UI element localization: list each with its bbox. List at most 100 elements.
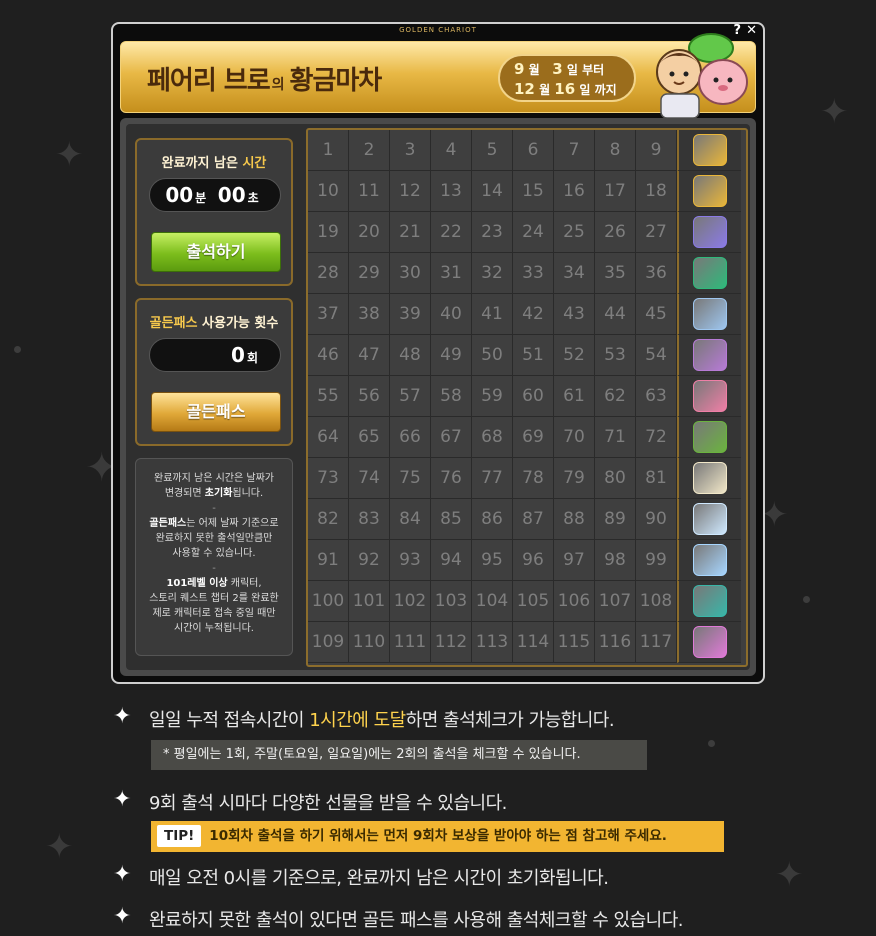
seconds-value: 00 [217,183,246,207]
day-cell: 70 [554,417,595,458]
sparkle-bullet-icon: ✦ [113,704,132,729]
day-cell: 114 [513,622,554,663]
day-cell: 107 [595,581,636,622]
reward-slot[interactable] [677,417,741,458]
event-title-name: 페어리 브로 [147,66,271,96]
ice-cake-icon [693,503,727,535]
day-cell: 28 [308,253,349,294]
day-cell: 80 [595,458,636,499]
reward-slot[interactable] [677,335,741,376]
sparkle-bullet-icon: ✦ [113,787,132,812]
day-cell: 1 [308,130,349,171]
day-cell: 77 [472,458,513,499]
day-cell: 91 [308,540,349,581]
sparkle-star-icon: ✦ [820,92,849,132]
day-cell: 103 [431,581,472,622]
day-cell: 30 [390,253,431,294]
reward-slot[interactable] [677,171,741,212]
dot-decoration [14,346,21,353]
tip-bar: TIP! 10회차 출석을 하기 위해서는 먼저 9회차 보상을 받아야 하는 점… [151,821,724,852]
reward-slot[interactable] [677,130,741,171]
day-cell: 31 [431,253,472,294]
day-cell: 41 [472,294,513,335]
day-cell: 34 [554,253,595,294]
day-cell: 88 [554,499,595,540]
day-cell: 72 [636,417,677,458]
reward-slot[interactable] [677,212,741,253]
day-cell: 35 [595,253,636,294]
day-cell: 97 [554,540,595,581]
day-cell: 75 [390,458,431,499]
day-cell: 58 [431,376,472,417]
day-cell: 82 [308,499,349,540]
event-title-particle: 의 [271,77,285,93]
egg-icon [693,462,727,494]
day-cell: 16 [554,171,595,212]
reward-slot[interactable] [677,622,741,663]
day-cell: 98 [595,540,636,581]
gold-scroll-icon [693,134,727,166]
check-in-button[interactable]: 출석하기 [151,232,281,272]
day-cell: 115 [554,622,595,663]
tip-label: TIP! [157,825,202,847]
reward-slot[interactable] [677,253,741,294]
reward-slot[interactable] [677,581,741,622]
day-cell: 55 [308,376,349,417]
day-cell: 102 [390,581,431,622]
day-cell: 44 [595,294,636,335]
event-end-date: 12 월 16 일 까지 [514,80,617,98]
day-cell: 106 [554,581,595,622]
golden-chariot-window: GOLDEN CHARIOT ? ✕ 페어리 브로 의 황금마차 9 월 3 일 부… [111,22,765,684]
day-cell: 27 [636,212,677,253]
day-cell: 69 [513,417,554,458]
ticket-icon [693,216,727,248]
day-cell: 67 [431,417,472,458]
coupon-icon [693,298,727,330]
day-cell: 3 [390,130,431,171]
day-cell: 76 [431,458,472,499]
golden-pass-button[interactable]: 골든패스 [151,392,281,432]
sparkle-bullet-icon: ✦ [113,862,132,887]
golden-pass-box: 골든패스 사용가능 횟수 0회 골든패스 [135,298,293,446]
dot-decoration [708,740,715,747]
reward-slot[interactable] [677,458,741,499]
day-cell: 94 [431,540,472,581]
day-cell: 21 [390,212,431,253]
day-cell: 92 [349,540,390,581]
day-cell: 19 [308,212,349,253]
day-cell: 38 [349,294,390,335]
sparkle-star-icon: ✦ [775,855,804,895]
reward-slot[interactable] [677,499,741,540]
day-cell: 62 [595,376,636,417]
day-cell: 48 [390,335,431,376]
reward-slot[interactable] [677,540,741,581]
day-cell: 78 [513,458,554,499]
attendance-inner: 완료까지 남은 시간 00 분 00 초 출석하기 골든패스 사용가능 횟수 0회 … [126,124,750,670]
day-cell: 64 [308,417,349,458]
day-cell: 68 [472,417,513,458]
reward-slot[interactable] [677,294,741,335]
golden-pass-label: 골든패스 사용가능 횟수 [149,316,279,331]
event-title-main: 황금마차 [289,66,383,96]
minutes-value: 00 [165,183,194,207]
day-cell: 81 [636,458,677,499]
day-cell: 116 [595,622,636,663]
day-cell: 17 [595,171,636,212]
event-banner: 페어리 브로 의 황금마차 9 월 3 일 부터 12 월 16 일 까지 [120,33,756,119]
day-cell: 90 [636,499,677,540]
reward-slot[interactable] [677,376,741,417]
day-cell: 42 [513,294,554,335]
day-cell: 117 [636,622,677,663]
day-cell: 50 [472,335,513,376]
day-cell: 23 [472,212,513,253]
day-cell: 59 [472,376,513,417]
event-start-date: 9 월 3 일 부터 [514,60,605,78]
day-cell: 22 [431,212,472,253]
day-cell: 93 [390,540,431,581]
notice-box: 완료까지 남은 시간은 날짜가 변경되면 초기화됩니다. - 골든패스는 어제 … [135,458,293,656]
gold-scroll-icon [693,175,727,207]
day-cell: 101 [349,581,390,622]
weekday-weekend-note: * 평일에는 1회, 주말(토요일, 일요일)에는 2회의 출석을 체크할 수 … [151,740,647,770]
remaining-time-label: 완료까지 남은 시간 [161,156,267,171]
cloud-icon [693,544,727,576]
